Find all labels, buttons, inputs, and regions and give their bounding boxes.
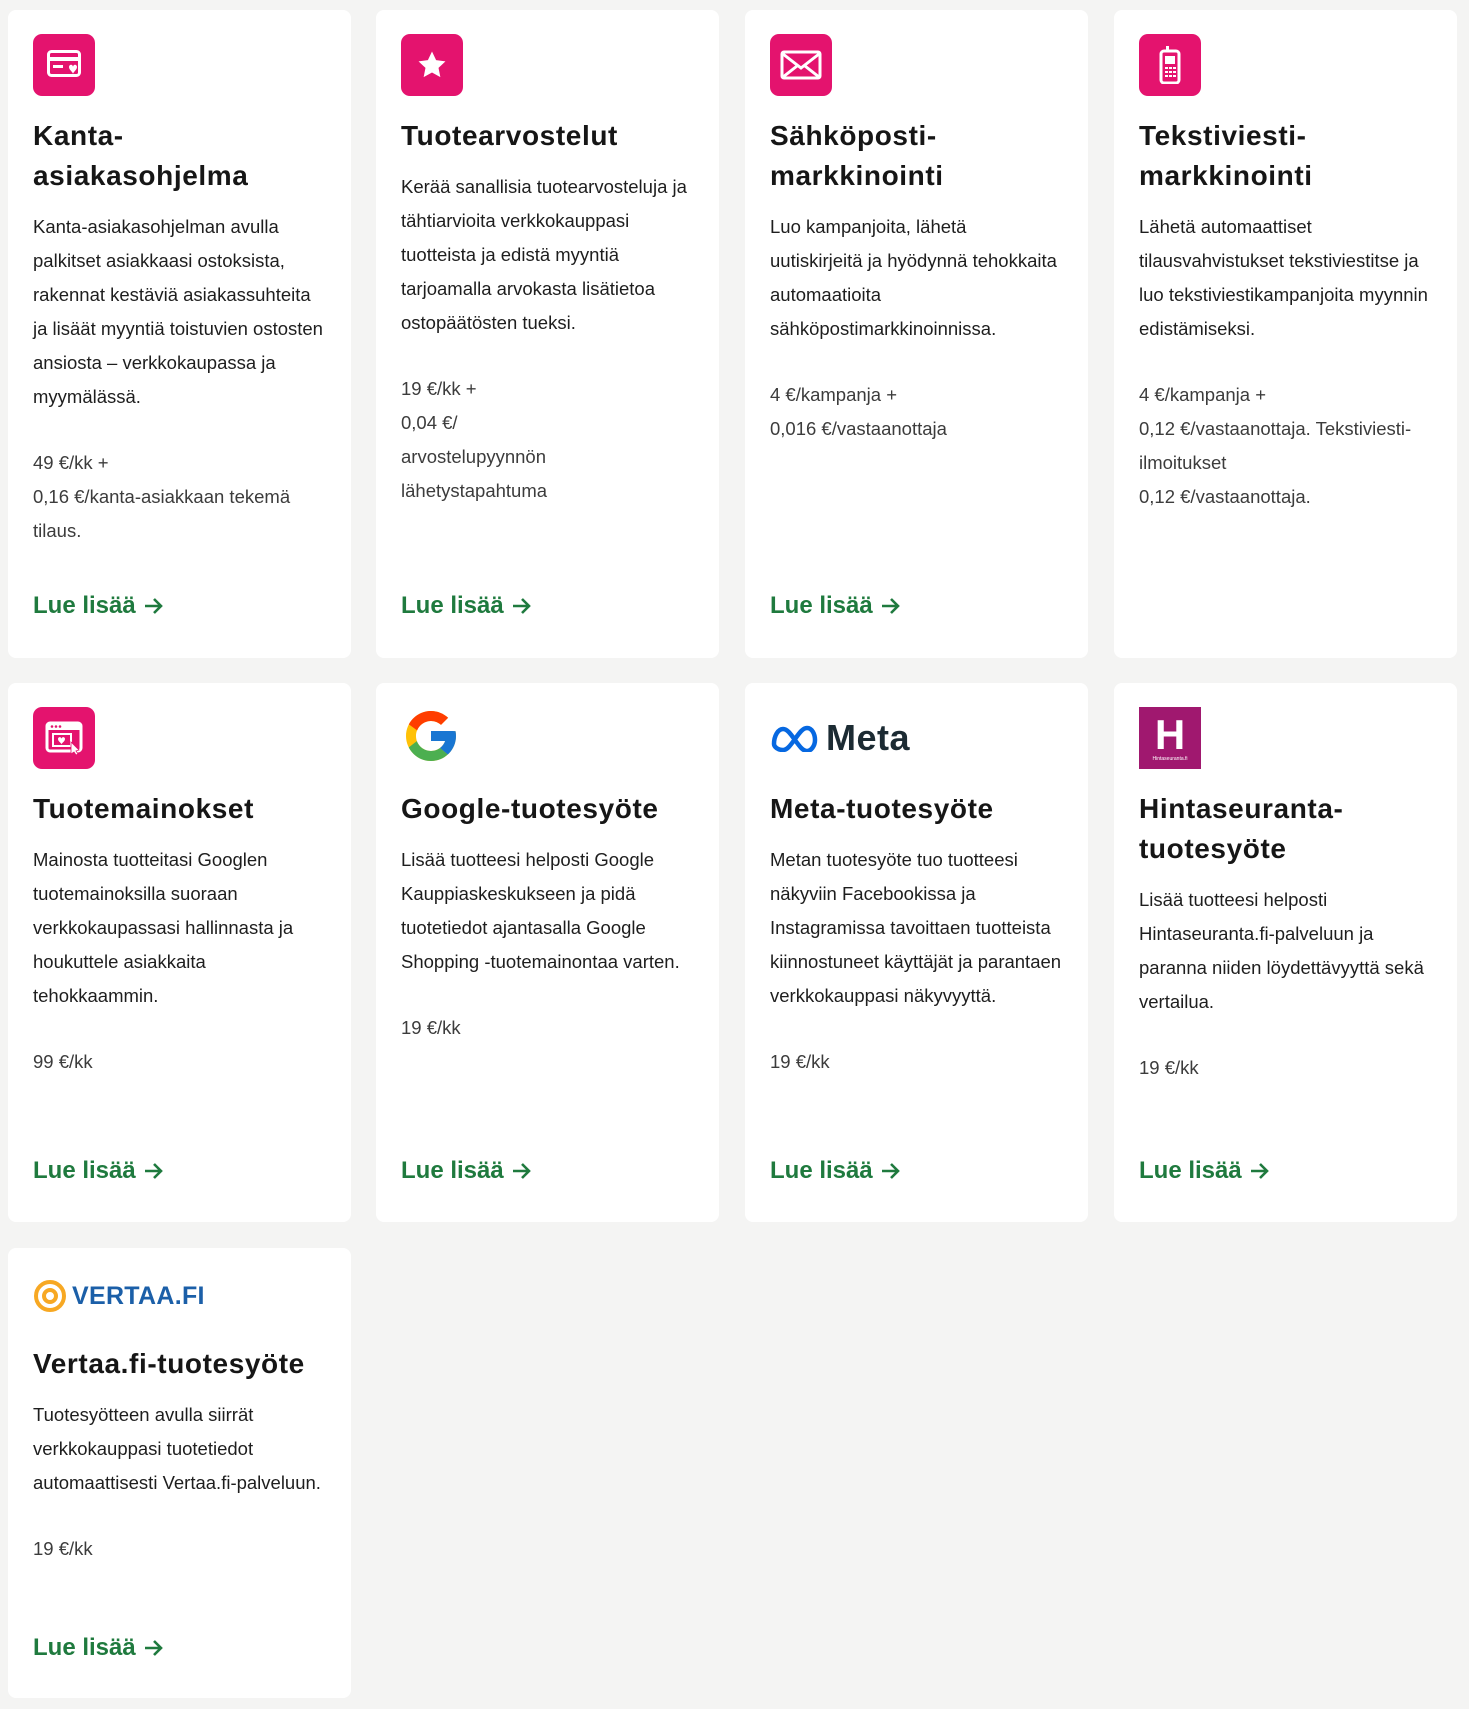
card-title: Google-tuotesyöte bbox=[401, 793, 659, 824]
card-price: 19 €/kk bbox=[33, 1538, 93, 1559]
hintaseuranta-logo-subtext: Hintaseuranta.fi bbox=[1152, 756, 1188, 762]
card-description: Luo kampanjoita, lähetä uutiskirjeitä ja… bbox=[770, 216, 1057, 339]
card-meta-feed: Meta Meta-tuotesyöte Metan tuotesyöte tu… bbox=[745, 683, 1088, 1222]
card-title: Meta-tuotesyöte bbox=[770, 793, 994, 824]
read-more-label: Lue lisää bbox=[770, 592, 873, 619]
services-grid: Kanta- asiakasohjelma Kanta-asiakasohjel… bbox=[0, 0, 1469, 1709]
arrow-right-icon bbox=[512, 1163, 531, 1179]
envelope-icon bbox=[770, 34, 832, 96]
google-logo-icon bbox=[401, 706, 461, 771]
card-title: Vertaa.fi-tuotesyöte bbox=[33, 1348, 305, 1379]
card-title: Kanta- asiakasohjelma bbox=[33, 120, 249, 191]
read-more-label: Lue lisää bbox=[33, 592, 136, 619]
read-more-link[interactable]: Lue lisää bbox=[401, 1157, 532, 1185]
card-description: Metan tuotesyöte tuo tuotteesi näkyviin … bbox=[770, 849, 1062, 1006]
card-title: Tuotearvostelut bbox=[401, 120, 618, 151]
card-price: 99 €/kk bbox=[33, 1051, 93, 1072]
card-title: Sähköposti- markkinointi bbox=[770, 120, 944, 191]
card-sms-marketing: Tekstiviesti- markkinointi Lähetä automa… bbox=[1114, 10, 1457, 658]
card-loyalty-program: Kanta- asiakasohjelma Kanta-asiakasohjel… bbox=[8, 10, 351, 658]
card-description: Kanta-asiakasohjelman avulla palkitset a… bbox=[33, 216, 323, 407]
card-product-ads: Tuotemainokset Mainosta tuotteitasi Goog… bbox=[8, 683, 351, 1222]
arrow-right-icon bbox=[1250, 1163, 1269, 1179]
card-description: Lisää tuotteesi helposti Google Kauppias… bbox=[401, 849, 680, 972]
read-more-label: Lue lisää bbox=[1139, 1157, 1242, 1184]
read-more-link[interactable]: Lue lisää bbox=[401, 592, 532, 620]
card-product-reviews: Tuotearvostelut Kerää sanallisia tuotear… bbox=[376, 10, 719, 658]
arrow-right-icon bbox=[144, 1163, 163, 1179]
card-description: Kerää sanallisia tuotearvosteluja ja täh… bbox=[401, 176, 687, 333]
vertaa-logo-text: VERTAA.FI bbox=[72, 1281, 205, 1310]
read-more-link[interactable]: Lue lisää bbox=[33, 1157, 164, 1185]
hintaseuranta-logo-icon: H Hintaseuranta.fi bbox=[1139, 707, 1201, 769]
card-hintaseuranta-feed: H Hintaseuranta.fi Hintaseuranta- tuotes… bbox=[1114, 683, 1457, 1222]
card-title: Hintaseuranta- tuotesyöte bbox=[1139, 793, 1344, 864]
hintaseuranta-logo-letter: H bbox=[1154, 711, 1186, 758]
arrow-right-icon bbox=[144, 1640, 163, 1656]
card-description: Lisää tuotteesi helposti Hintaseuranta.f… bbox=[1139, 889, 1424, 1012]
read-more-label: Lue lisää bbox=[401, 592, 504, 619]
read-more-link[interactable]: Lue lisää bbox=[33, 1634, 164, 1662]
card-price: 19 €/kk bbox=[401, 1017, 461, 1038]
card-description: Lähetä automaattiset tilausvahvistukset … bbox=[1139, 216, 1428, 339]
read-more-label: Lue lisää bbox=[33, 1634, 136, 1661]
meta-logo-text: Meta bbox=[826, 717, 911, 758]
card-price: 19 €/kk + 0,04 €/ arvostelupyynnön lähet… bbox=[401, 378, 548, 501]
card-price: 49 €/kk + 0,16 €/kanta-asiakkaan tekemä … bbox=[33, 452, 291, 541]
read-more-label: Lue lisää bbox=[401, 1157, 504, 1184]
arrow-right-icon bbox=[881, 598, 900, 614]
read-more-label: Lue lisää bbox=[33, 1157, 136, 1184]
card-price: 19 €/kk bbox=[770, 1051, 830, 1072]
read-more-link[interactable]: Lue lisää bbox=[33, 592, 164, 620]
arrow-right-icon bbox=[881, 1163, 900, 1179]
card-title: Tekstiviesti- markkinointi bbox=[1139, 120, 1313, 191]
card-price: 4 €/kampanja + 0,016 €/vastaanottaja bbox=[770, 384, 947, 439]
star-icon bbox=[401, 34, 463, 96]
arrow-right-icon bbox=[144, 598, 163, 614]
vertaa-logo-icon: VERTAA.FI bbox=[33, 1279, 205, 1313]
card-price: 4 €/kampanja + 0,12 €/vastaanottaja. Tek… bbox=[1139, 384, 1412, 507]
card-title: Tuotemainokset bbox=[33, 793, 255, 824]
loyalty-card-icon bbox=[33, 34, 95, 96]
meta-logo-icon: Meta bbox=[770, 717, 910, 759]
card-google-feed: Google-tuotesyöte Lisää tuotteesi helpos… bbox=[376, 683, 719, 1222]
product-ad-icon bbox=[33, 707, 95, 769]
read-more-link[interactable]: Lue lisää bbox=[1139, 1157, 1270, 1185]
card-vertaa-feed: VERTAA.FI Vertaa.fi-tuotesyöte Tuotesyöt… bbox=[8, 1248, 351, 1698]
read-more-link[interactable]: Lue lisää bbox=[770, 592, 901, 620]
read-more-link[interactable]: Lue lisää bbox=[770, 1157, 901, 1185]
read-more-label: Lue lisää bbox=[770, 1157, 873, 1184]
card-description: Tuotesyötteen avulla siirrät verkkokaupp… bbox=[33, 1404, 321, 1493]
arrow-right-icon bbox=[512, 598, 531, 614]
card-description: Mainosta tuotteitasi Googlen tuotemainok… bbox=[33, 849, 294, 1006]
mobile-phone-icon bbox=[1139, 34, 1201, 96]
card-email-marketing: Sähköposti- markkinointi Luo kampanjoita… bbox=[745, 10, 1088, 658]
card-price: 19 €/kk bbox=[1139, 1057, 1199, 1078]
